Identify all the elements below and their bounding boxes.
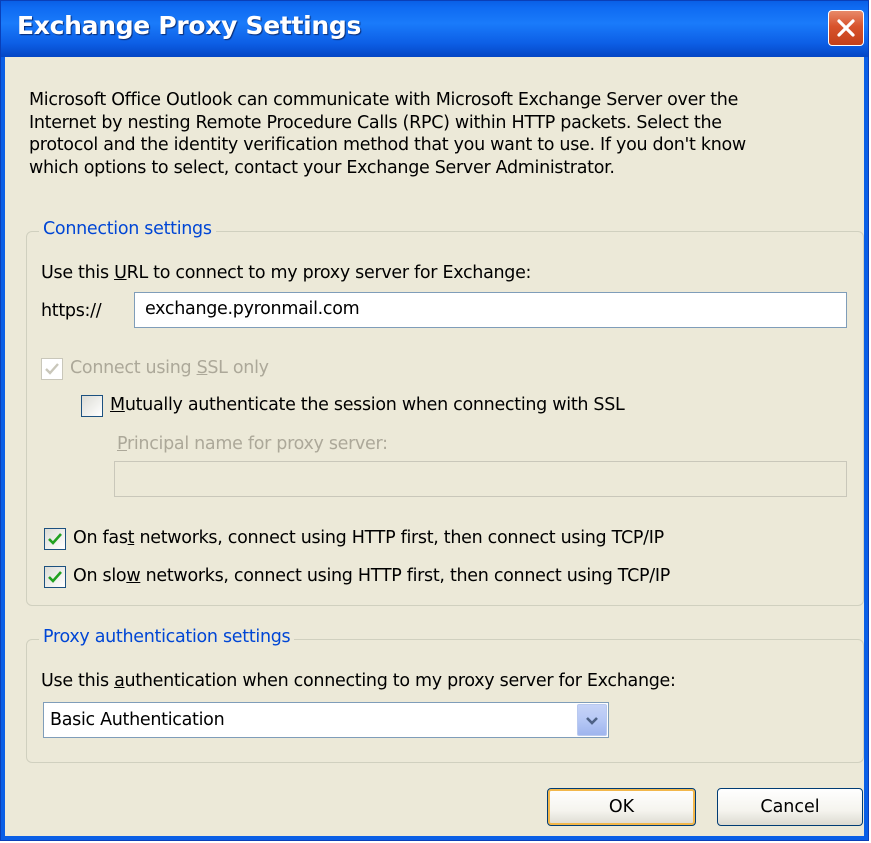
mutual-auth-label: Mutually authenticate the session when c… xyxy=(110,395,625,415)
connection-settings-legend: Connection settings xyxy=(39,219,216,239)
window-frame-right xyxy=(864,57,868,840)
close-icon xyxy=(837,19,855,37)
window-title: Exchange Proxy Settings xyxy=(17,11,362,40)
checkmark-icon xyxy=(48,533,62,545)
exchange-proxy-settings-dialog: Exchange Proxy Settings Microsoft Office… xyxy=(0,0,869,841)
title-bar[interactable]: Exchange Proxy Settings xyxy=(1,1,868,57)
cancel-button[interactable]: Cancel xyxy=(717,788,863,826)
mutual-auth-checkbox[interactable] xyxy=(81,395,103,417)
intro-line: which options to select, contact your Ex… xyxy=(29,157,615,178)
ok-button[interactable]: OK xyxy=(547,788,696,826)
close-button[interactable] xyxy=(828,10,864,46)
url-label: Use this URL to connect to my proxy serv… xyxy=(41,263,532,283)
ssl-only-checkbox[interactable] xyxy=(41,358,63,380)
fast-networks-label: On fast networks, connect using HTTP fir… xyxy=(73,528,664,548)
principal-name-input[interactable] xyxy=(114,461,847,497)
fast-networks-checkbox[interactable] xyxy=(44,528,66,550)
connection-settings-group: Connection settings xyxy=(26,219,864,606)
window-frame-left xyxy=(1,57,5,840)
authentication-selected-value: Basic Authentication xyxy=(50,710,225,730)
proxy-authentication-group: Proxy authentication settings xyxy=(26,627,864,763)
intro-line: protocol and the identity verification m… xyxy=(29,135,746,155)
chevron-down-icon xyxy=(586,717,598,725)
intro-text: Microsoft Office Outlook can communicate… xyxy=(29,89,854,179)
slow-networks-checkbox[interactable] xyxy=(44,566,66,588)
principal-name-label: Principal name for proxy server: xyxy=(117,434,388,454)
authentication-select[interactable]: Basic Authentication xyxy=(43,702,609,738)
checkmark-icon xyxy=(45,363,59,375)
authentication-label: Use this authentication when connecting … xyxy=(41,671,676,691)
proxy-url-input[interactable]: exchange.pyronmail.com xyxy=(134,292,847,328)
dropdown-button[interactable] xyxy=(577,704,607,736)
intro-line: Microsoft Office Outlook can communicate… xyxy=(29,90,739,110)
intro-line: Internet by nesting Remote Procedure Cal… xyxy=(29,112,722,133)
url-prefix-label: https:// xyxy=(41,301,102,321)
proxy-authentication-legend: Proxy authentication settings xyxy=(39,627,295,647)
window-frame-bottom xyxy=(1,836,868,840)
ssl-only-label: Connect using SSL only xyxy=(70,358,269,378)
slow-networks-label: On slow networks, connect using HTTP fir… xyxy=(73,566,671,586)
checkmark-icon xyxy=(48,571,62,583)
